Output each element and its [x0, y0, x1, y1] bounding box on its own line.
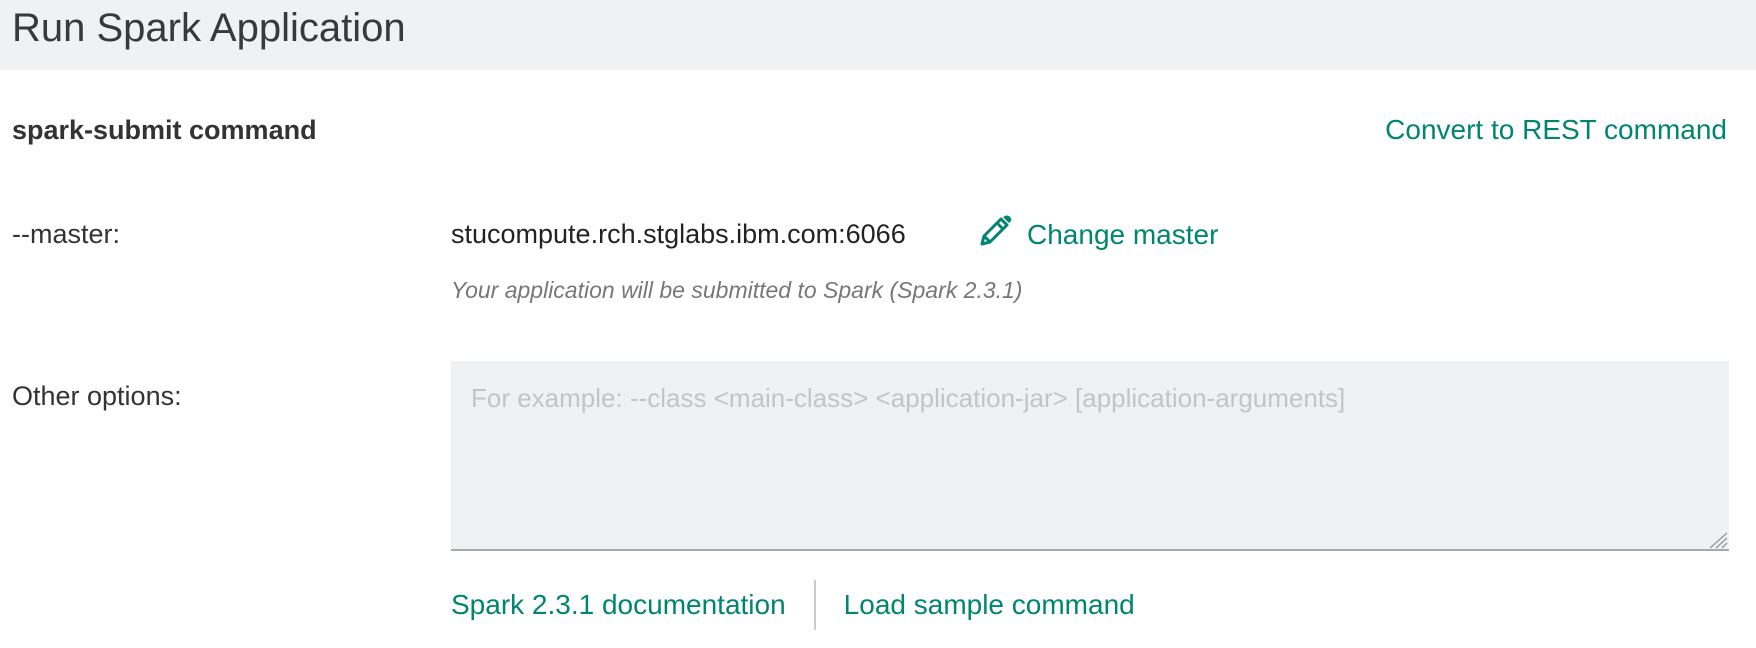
- resize-handle-icon[interactable]: [1706, 531, 1728, 549]
- change-master-label: Change master: [1027, 219, 1219, 250]
- section-title: spark-submit command: [12, 115, 317, 145]
- other-options-label: Other options:: [12, 381, 182, 411]
- link-divider: [813, 580, 816, 630]
- load-sample-command-link[interactable]: Load sample command: [844, 589, 1135, 621]
- page-header: Run Spark Application: [0, 0, 1756, 70]
- pencil-icon: [975, 213, 1013, 251]
- master-hint: Your application will be submitted to Sp…: [451, 277, 1023, 303]
- master-label: --master:: [12, 219, 120, 249]
- page-title: Run Spark Application: [12, 6, 406, 50]
- spark-docs-link[interactable]: Spark 2.3.1 documentation: [451, 589, 786, 621]
- footer-links: Spark 2.3.1 documentation Load sample co…: [451, 580, 1135, 630]
- master-value: stucompute.rch.stglabs.ibm.com:6066: [451, 219, 906, 249]
- convert-to-rest-link[interactable]: Convert to REST command: [1385, 114, 1727, 146]
- other-options-input[interactable]: [451, 361, 1729, 551]
- change-master-button[interactable]: Change master: [975, 213, 1219, 254]
